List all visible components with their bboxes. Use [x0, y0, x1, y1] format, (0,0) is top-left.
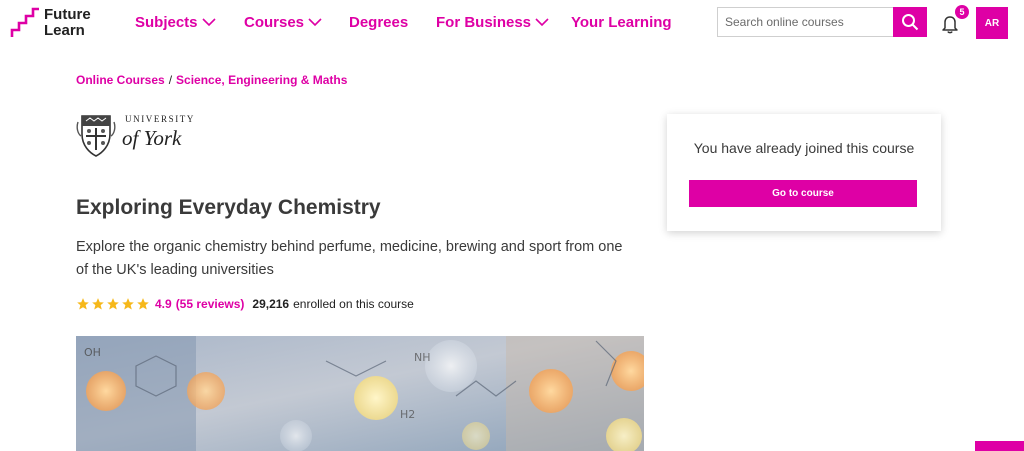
- university-label: UNIVERSITY: [125, 114, 195, 124]
- top-header: Future Learn Subjects Courses Degrees Fo…: [0, 0, 1024, 48]
- star-icon: [92, 298, 104, 310]
- logo-line-2: Learn: [44, 22, 85, 39]
- reviews-link[interactable]: (55 reviews): [176, 297, 245, 311]
- futurelearn-steps-icon: [10, 7, 39, 37]
- search-icon: [902, 14, 919, 31]
- nav-subjects[interactable]: Subjects: [135, 14, 216, 31]
- nav-courses-label: Courses: [244, 14, 305, 31]
- nav-degrees-label: Degrees: [349, 14, 409, 31]
- user-avatar[interactable]: AR: [976, 7, 1008, 39]
- chemistry-bokeh-image: OH NH H2: [76, 336, 644, 451]
- logo-line-1: Future: [44, 6, 91, 23]
- nav-courses[interactable]: Courses: [244, 14, 322, 31]
- star-icon: [107, 298, 119, 310]
- course-description: Explore the organic chemistry behind per…: [76, 239, 623, 278]
- joined-course-card: You have already joined this course Go t…: [667, 114, 941, 231]
- search-button[interactable]: [893, 7, 927, 37]
- chevron-down-icon: [308, 18, 322, 27]
- svg-text:H2: H2: [400, 408, 415, 421]
- star-rating: [76, 297, 151, 311]
- svg-text:OH: OH: [84, 346, 101, 359]
- notification-count-badge: 5: [955, 5, 969, 19]
- nav-for-business[interactable]: For Business: [436, 14, 549, 31]
- chevron-down-icon: [201, 18, 216, 27]
- star-icon: [77, 298, 89, 310]
- chevron-down-icon: [535, 18, 549, 27]
- rating-row: 4.9 (55 reviews) 29,216 enrolled on this…: [76, 297, 414, 311]
- breadcrumb-separator: /: [168, 73, 173, 87]
- nav-your-learning-label: Your Learning: [571, 14, 672, 31]
- enrolled-text: enrolled on this course: [293, 297, 414, 311]
- enrolled-count: 29,216: [252, 297, 290, 311]
- university-crest-icon: [76, 115, 116, 157]
- search-input[interactable]: [717, 7, 893, 37]
- nav-your-learning[interactable]: Your Learning: [571, 14, 672, 31]
- futurelearn-logo[interactable]: Future Learn: [10, 6, 91, 39]
- logo-text: Future Learn: [44, 7, 91, 39]
- course-hero-image: OH NH H2: [76, 336, 644, 451]
- nav-subjects-label: Subjects: [135, 14, 198, 31]
- go-to-course-button[interactable]: Go to course: [689, 180, 917, 207]
- nav-for-business-label: For Business: [436, 14, 532, 31]
- star-icon: [137, 298, 149, 310]
- university-name: of York: [122, 126, 182, 150]
- breadcrumb-online-courses[interactable]: Online Courses: [76, 73, 165, 87]
- feedback-tab[interactable]: [975, 441, 1024, 451]
- svg-text:NH: NH: [414, 351, 431, 364]
- course-title: Exploring Everyday Chemistry: [76, 196, 381, 219]
- breadcrumb: Online Courses / Science, Engineering & Ma…: [76, 73, 347, 87]
- nav-degrees[interactable]: Degrees: [349, 14, 408, 31]
- university-of-york-logo[interactable]: UNIVERSITY of York: [76, 110, 196, 160]
- breadcrumb-science-engineering-maths[interactable]: Science, Engineering & Maths: [176, 73, 347, 87]
- already-joined-message: You have already joined this course: [693, 140, 915, 156]
- star-icon: [122, 298, 134, 310]
- rating-value: 4.9: [155, 297, 172, 311]
